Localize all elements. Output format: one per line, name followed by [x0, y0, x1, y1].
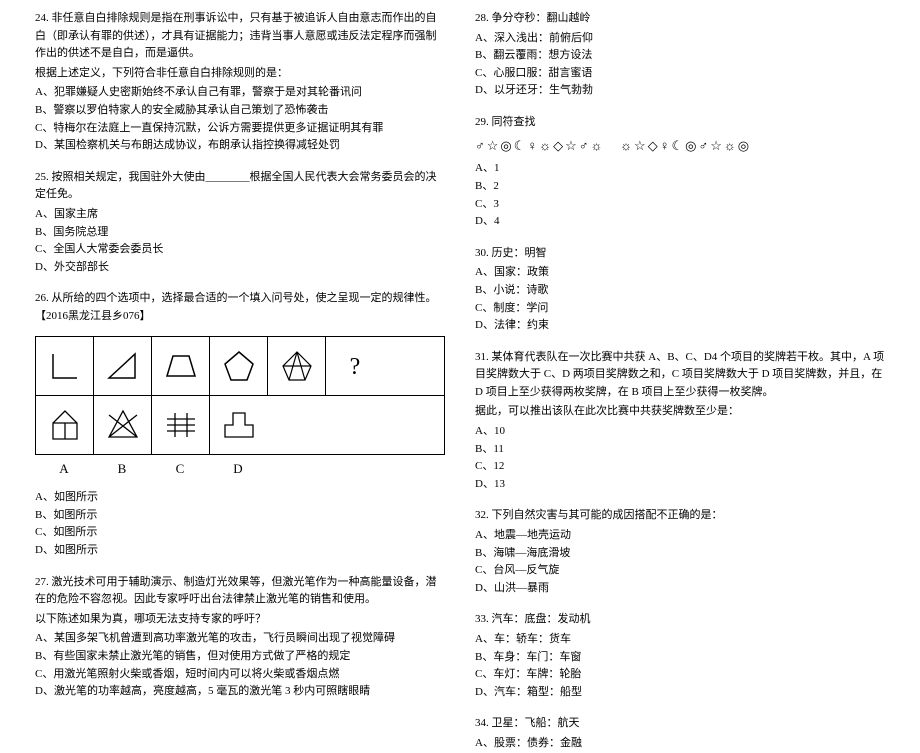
q27-option-d: D、激光笔的功率越高，亮度越高，5 毫瓦的激光笔 3 秒内可照瞎眼睛 — [35, 683, 445, 701]
q24-sub: 根据上述定义，下列符合非任意自白排除规则的是： — [35, 65, 445, 83]
label-a: A — [35, 459, 93, 480]
q31-option-a: A、10 — [475, 423, 885, 441]
figure-option-a — [36, 396, 94, 454]
q32-text: 32. 下列自然灾害与其可能的成因搭配不正确的是： — [475, 507, 885, 525]
figure-cell-5 — [268, 337, 326, 395]
figure-option-d — [210, 396, 268, 454]
q25-option-a: A、国家主席 — [35, 206, 445, 224]
q30-text: 30. 历史：明智 — [475, 245, 885, 263]
q33-option-b: B、车身：车门：车窗 — [475, 649, 885, 667]
q28-option-b: B、翻云覆雨：想方设法 — [475, 47, 885, 65]
q26-figure: ? — [35, 336, 445, 480]
figure-option-b — [94, 396, 152, 454]
q28-option-a: A、深入浅出：前俯后仰 — [475, 30, 885, 48]
q31-option-c: C、12 — [475, 458, 885, 476]
q25-text: 25. 按照相关规定，我国驻外大使由________根据全国人民代表大会常务委员… — [35, 169, 445, 204]
q24-option-d: D、某国检察机关与布朗达成协议，布朗承认指控换得减轻处罚 — [35, 137, 445, 155]
q25-option-c: C、全国人大常委会委员长 — [35, 241, 445, 259]
q25-option-b: B、国务院总理 — [35, 224, 445, 242]
q34-option-a: A、股票：债券：金融 — [475, 735, 885, 753]
question-26: 26. 从所给的四个选项中，选择最合适的一个填入问号处，使之呈现一定的规律性。【… — [35, 290, 445, 559]
q30-option-b: B、小说：诗歌 — [475, 282, 885, 300]
q27-text: 27. 激光技术可用于辅助演示、制造灯光效果等，但激光笔作为一种高能量设备，潜在… — [35, 574, 445, 609]
q32-option-a: A、地震—地壳运动 — [475, 527, 885, 545]
q24-option-a: A、犯罪嫌疑人史密斯始终不承认自己有罪，警察于是对其轮番讯问 — [35, 84, 445, 102]
question-29: 29. 同符查找 ♂☆◎☾♀☼◇☆♂☼ ☼☆◇♀☾◎♂☆☼◎ A、1 B、2 C… — [475, 114, 885, 231]
q24-option-b: B、警察以罗伯特家人的安全威胁其承认自己策划了恐怖袭击 — [35, 102, 445, 120]
q30-option-c: C、制度：学问 — [475, 300, 885, 318]
q29-option-d: D、4 — [475, 213, 885, 231]
q25-option-d: D、外交部部长 — [35, 259, 445, 277]
q27-sub: 以下陈述如果为真，哪项无法支持专家的呼吁？ — [35, 611, 445, 629]
question-32: 32. 下列自然灾害与其可能的成因搭配不正确的是： A、地震—地壳运动 B、海啸… — [475, 507, 885, 597]
q29-option-b: B、2 — [475, 178, 885, 196]
figure-row-bottom — [35, 395, 445, 455]
q29-text: 29. 同符查找 — [475, 114, 885, 132]
q32-option-b: B、海啸—海底滑坡 — [475, 545, 885, 563]
q29-option-c: C、3 — [475, 196, 885, 214]
question-27: 27. 激光技术可用于辅助演示、制造灯光效果等，但激光笔作为一种高能量设备，潜在… — [35, 574, 445, 701]
question-24: 24. 非任意自白排除规则是指在刑事诉讼中，只有基于被追诉人自由意志而作出的自白… — [35, 10, 445, 155]
q29-symbols: ♂☆◎☾♀☼◇☆♂☼ ☼☆◇♀☾◎♂☆☼◎ — [475, 136, 885, 157]
figure-cell-1 — [36, 337, 94, 395]
question-33: 33. 汽车：底盘：发动机 A、车：轿车：货车 B、车身：车门：车窗 C、车灯：… — [475, 611, 885, 701]
figure-cell-2 — [94, 337, 152, 395]
figure-cell-question: ? — [326, 337, 384, 395]
q24-text: 24. 非任意自白排除规则是指在刑事诉讼中，只有基于被追诉人自由意志而作出的自白… — [35, 10, 445, 63]
label-d: D — [209, 459, 267, 480]
figure-cell-3 — [152, 337, 210, 395]
q28-option-d: D、以牙还牙：生气勃勃 — [475, 82, 885, 100]
question-25: 25. 按照相关规定，我国驻外大使由________根据全国人民代表大会常务委员… — [35, 169, 445, 277]
q29-option-a: A、1 — [475, 160, 885, 178]
q30-option-d: D、法律：约束 — [475, 317, 885, 335]
label-b: B — [93, 459, 151, 480]
q34-text: 34. 卫星：飞船：航天 — [475, 715, 885, 733]
figure-labels: A B C D — [35, 459, 445, 480]
question-31: 31. 某体育代表队在一次比赛中共获 A、B、C、D4 个项目的奖牌若干枚。其中… — [475, 349, 885, 494]
q32-option-d: D、山洪—暴雨 — [475, 580, 885, 598]
figure-row-top: ? — [35, 336, 445, 395]
q28-text: 28. 争分夺秒：翻山越岭 — [475, 10, 885, 28]
q26-option-c: C、如图所示 — [35, 524, 445, 542]
q27-option-c: C、用激光笔照射火柴或香烟，短时间内可以将火柴或香烟点燃 — [35, 666, 445, 684]
question-30: 30. 历史：明智 A、国家：政策 B、小说：诗歌 C、制度：学问 D、法律：约… — [475, 245, 885, 335]
svg-text:?: ? — [350, 354, 361, 380]
figure-option-c — [152, 396, 210, 454]
q31-option-b: B、11 — [475, 441, 885, 459]
q26-option-a: A、如图所示 — [35, 489, 445, 507]
figure-cell-4 — [210, 337, 268, 395]
q31-sub: 据此，可以推出该队在此次比赛中共获奖牌数至少是： — [475, 403, 885, 421]
q27-option-a: A、某国多架飞机曾遭到高功率激光笔的攻击，飞行员瞬间出现了视觉障碍 — [35, 630, 445, 648]
q24-option-c: C、特梅尔在法庭上一直保持沉默，公诉方需要提供更多证据证明其有罪 — [35, 120, 445, 138]
label-c: C — [151, 459, 209, 480]
q28-option-c: C、心服口服：甜言蜜语 — [475, 65, 885, 83]
q31-option-d: D、13 — [475, 476, 885, 494]
q33-text: 33. 汽车：底盘：发动机 — [475, 611, 885, 629]
q26-option-d: D、如图所示 — [35, 542, 445, 560]
q31-text: 31. 某体育代表队在一次比赛中共获 A、B、C、D4 个项目的奖牌若干枚。其中… — [475, 349, 885, 402]
question-28: 28. 争分夺秒：翻山越岭 A、深入浅出：前俯后仰 B、翻云覆雨：想方设法 C、… — [475, 10, 885, 100]
q33-option-a: A、车：轿车：货车 — [475, 631, 885, 649]
q30-option-a: A、国家：政策 — [475, 264, 885, 282]
q32-option-c: C、台风—反气旋 — [475, 562, 885, 580]
q26-option-b: B、如图所示 — [35, 507, 445, 525]
q33-option-c: C、车灯：车牌：轮胎 — [475, 666, 885, 684]
q26-text: 26. 从所给的四个选项中，选择最合适的一个填入问号处，使之呈现一定的规律性。【… — [35, 290, 445, 325]
question-34: 34. 卫星：飞船：航天 A、股票：债券：金融 — [475, 715, 885, 752]
q33-option-d: D、汽车：箱型：船型 — [475, 684, 885, 702]
